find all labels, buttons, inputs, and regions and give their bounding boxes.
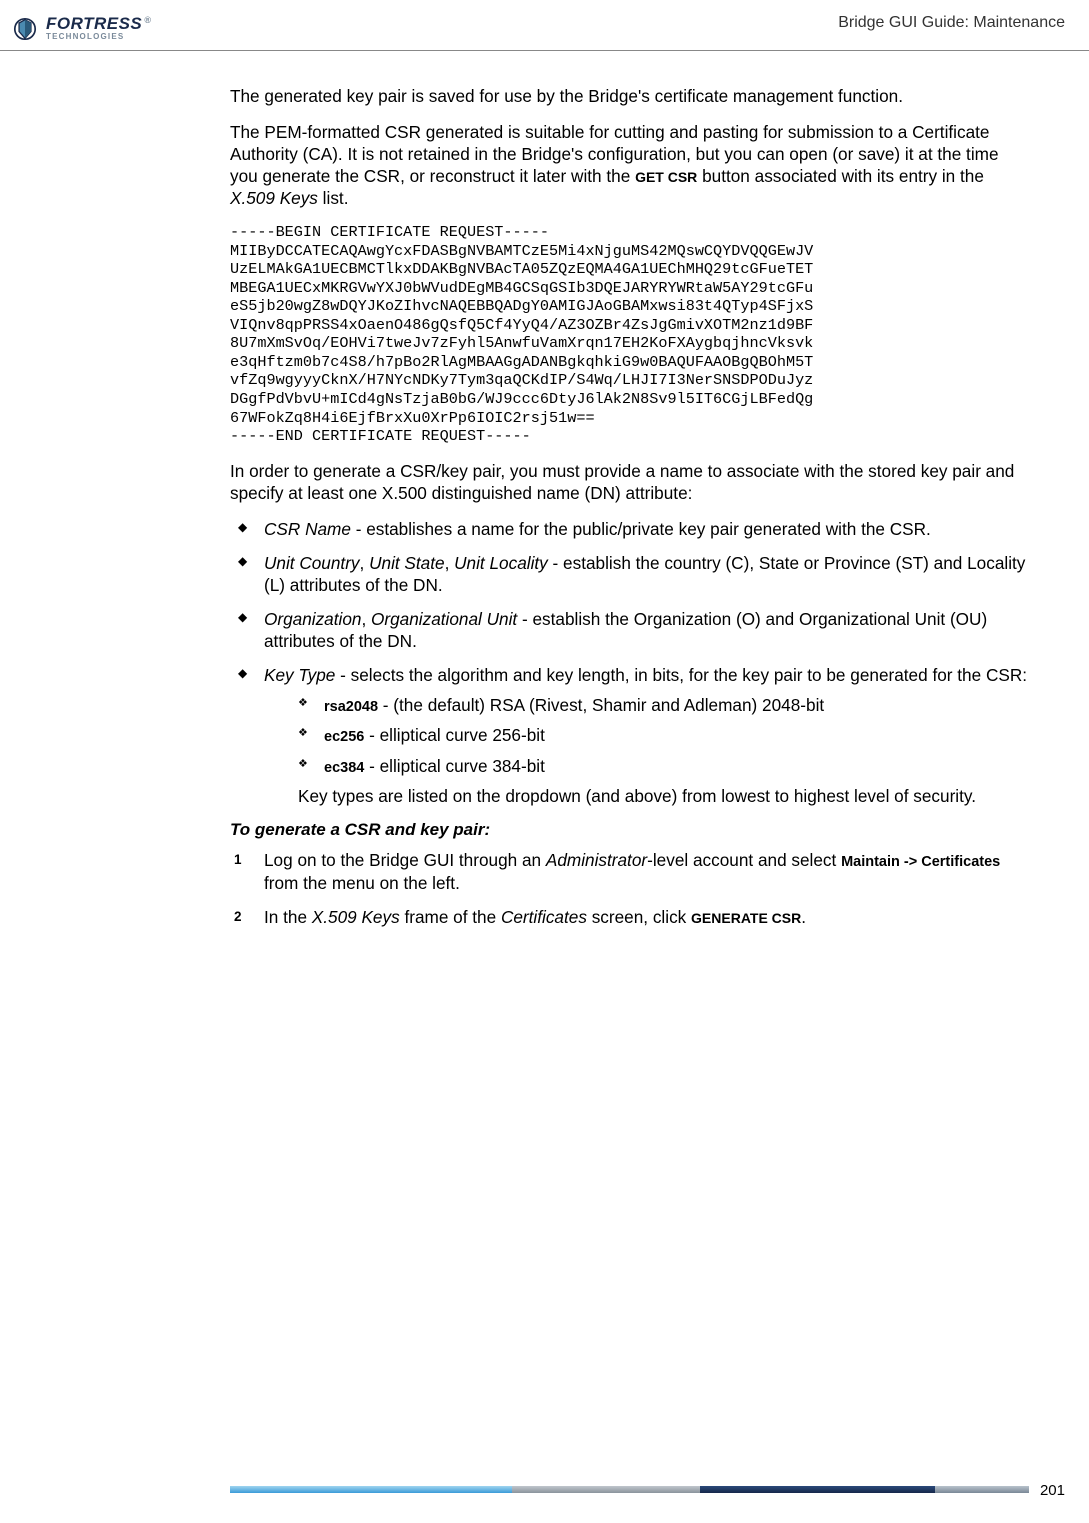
option-ec384: ec384 [324, 760, 364, 776]
role-administrator: Administrator [546, 850, 647, 870]
csr-pem-block: -----BEGIN CERTIFICATE REQUEST----- MIIB… [230, 223, 1029, 446]
brand-logo: FORTRESS® TECHNOLOGIES [8, 12, 151, 46]
list-item: ec256 - elliptical curve 256-bit [264, 724, 1029, 747]
list-item: CSR Name - establishes a name for the pu… [230, 518, 1029, 540]
list-item: ec384 - elliptical curve 384-bit [264, 755, 1029, 778]
procedure-heading: To generate a CSR and key pair: [230, 819, 1029, 841]
field-unit-state: Unit State [369, 553, 444, 573]
list-item: Unit Country, Unit State, Unit Locality … [230, 552, 1029, 596]
page-number: 201 [1040, 1482, 1065, 1499]
text-run: - establishes a name for the public/priv… [351, 519, 931, 539]
page-header: FORTRESS® TECHNOLOGIES Bridge GUI Guide:… [0, 0, 1089, 51]
intro-p2: The PEM-formatted CSR generated is suita… [230, 121, 1029, 209]
step-number: 2 [234, 908, 242, 925]
frame-x509-keys: X.509 Keys [312, 907, 400, 927]
option-ec256: ec256 [324, 729, 364, 745]
page-title: Bridge GUI Guide: Maintenance [838, 12, 1065, 32]
text-run: list. [318, 188, 349, 208]
screen-certificates: Certificates [501, 907, 587, 927]
text-run: Log on to the Bridge GUI through an [264, 850, 546, 870]
text-run: -level account and select [647, 850, 841, 870]
step-number: 1 [234, 851, 242, 868]
attribute-list: CSR Name - establishes a name for the pu… [230, 518, 1029, 808]
registered-icon: ® [144, 15, 151, 25]
text-run: . [801, 907, 806, 927]
main-content: The generated key pair is saved for use … [0, 51, 1089, 928]
text-run: frame of the [400, 907, 501, 927]
list-item: Key Type - selects the algorithm and key… [230, 664, 1029, 808]
generate-csr-button-label: GENERATE CSR [691, 910, 801, 926]
option-rsa2048: rsa2048 [324, 699, 378, 715]
key-type-options: rsa2048 - (the default) RSA (Rivest, Sha… [264, 694, 1029, 778]
text-run: - elliptical curve 384-bit [364, 756, 545, 776]
step-1: 1 Log on to the Bridge GUI through an Ad… [230, 849, 1029, 894]
text-run: , [445, 553, 455, 573]
field-organization: Organization [264, 609, 361, 629]
text-run: from the menu on the left. [264, 873, 460, 893]
footer-decorative-bar [230, 1486, 1029, 1493]
intro-p1: The generated key pair is saved for use … [230, 85, 1029, 107]
key-type-note: Key types are listed on the dropdown (an… [264, 785, 1029, 807]
text-run: In the [264, 907, 312, 927]
list-item: rsa2048 - (the default) RSA (Rivest, Sha… [264, 694, 1029, 717]
step-2: 2 In the X.509 Keys frame of the Certifi… [230, 906, 1029, 928]
brand-main: FORTRESS [46, 14, 142, 33]
list-item: Organization, Organizational Unit - esta… [230, 608, 1029, 652]
text-run: button associated with its entry in the [697, 166, 984, 186]
get-csr-label: GET CSR [635, 169, 697, 185]
after-block-text: In order to generate a CSR/key pair, you… [230, 460, 1029, 504]
field-unit-country: Unit Country [264, 553, 360, 573]
text-run: , [361, 609, 371, 629]
text-run: - selects the algorithm and key length, … [335, 665, 1027, 685]
text-run: - elliptical curve 256-bit [364, 725, 545, 745]
field-unit-locality: Unit Locality [454, 553, 548, 573]
text-run: , [360, 553, 370, 573]
text-run: - (the default) RSA (Rivest, Shamir and … [378, 695, 824, 715]
text-run: screen, click [587, 907, 691, 927]
field-org-unit: Organizational Unit [371, 609, 517, 629]
menu-maintain-certificates: Maintain -> Certificates [841, 854, 1000, 870]
field-csr-name: CSR Name [264, 519, 351, 539]
field-key-type: Key Type [264, 665, 335, 685]
procedure-steps: 1 Log on to the Bridge GUI through an Ad… [230, 849, 1029, 928]
x509-keys-list: X.509 Keys [230, 188, 318, 208]
fortress-shield-icon [8, 12, 42, 46]
